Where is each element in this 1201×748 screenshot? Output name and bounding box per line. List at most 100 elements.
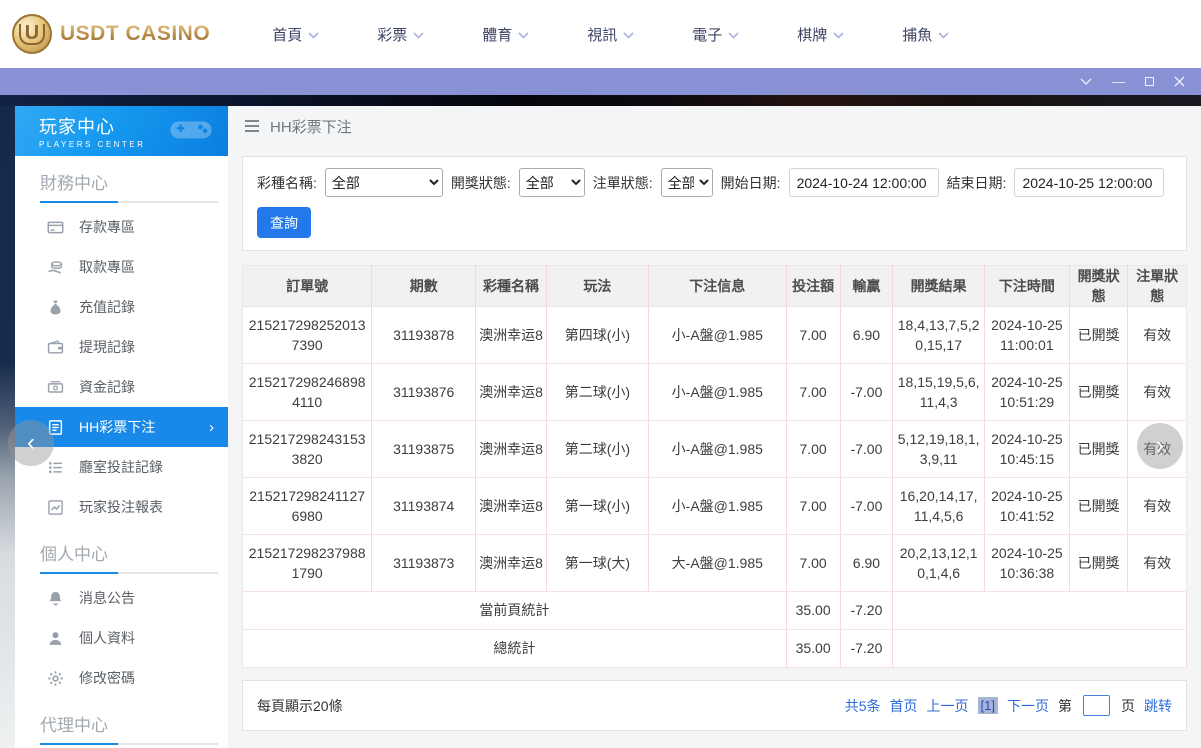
cell-lottery: 澳洲幸运8 [475, 477, 547, 535]
lottery-select[interactable]: 全部 [324, 168, 443, 197]
table-row: 2152172982520137390 31193878 澳洲幸运8 第四球(小) 小-… [242, 306, 1187, 364]
cell-order_status: 有效 [1127, 363, 1187, 421]
sidebar-item-label: 修改密碼 [79, 670, 135, 686]
cell-period: 31193874 [371, 477, 477, 535]
draw-status-select[interactable]: 全部 [518, 168, 585, 197]
nav-item-5[interactable]: 電子 [692, 24, 739, 45]
cell-play: 第一球(大) [546, 534, 649, 592]
nav-item-6[interactable]: 棋牌 [797, 24, 844, 45]
cell-win_loss: -7.00 [840, 477, 894, 535]
nav-item-label: 視訊 [587, 26, 618, 44]
column-header: 注單狀態 [1127, 265, 1187, 307]
sidebar-item-label: HH彩票下注 [79, 419, 156, 435]
cell-bet_info: 大-A盤@1.985 [648, 534, 787, 592]
logo-text: USDT CASINO [60, 22, 211, 45]
start-date-input[interactable] [788, 168, 939, 197]
nav-item-label: 首頁 [272, 26, 303, 44]
cell-win_loss: 6.90 [840, 306, 894, 364]
hand-money-icon [47, 259, 64, 276]
cell-bet_amount: 7.00 [786, 363, 841, 421]
cell-bet_time: 2024-10-25 10:51:29 [984, 363, 1070, 421]
pagination-controls: 共5条 首页 上一页 [1] 下一页 第 页 跳转 [845, 695, 1172, 716]
cell-draw_result: 16,20,14,17,11,4,5,6 [892, 477, 985, 535]
cell-bet_info: 小-A盤@1.985 [648, 306, 787, 364]
cell-play: 第二球(小) [546, 363, 649, 421]
collapse-left-button[interactable]: ‹ [8, 420, 54, 466]
column-header: 下注時間 [984, 265, 1070, 307]
logo[interactable]: U USDT CASINO [0, 14, 210, 54]
nav-item-1[interactable]: 首頁 [272, 24, 319, 45]
sidebar-item-個人資料[interactable]: 個人資料 [15, 618, 228, 658]
chevron-down-icon [518, 26, 529, 43]
next-page-link[interactable]: 下一页 [1007, 696, 1049, 716]
sidebar-item-label: 提現記錄 [79, 339, 135, 355]
sidebar-item-玩家投注報表[interactable]: 玩家投注報表 [15, 487, 228, 527]
cell-win_loss: -7.00 [840, 420, 894, 478]
sidebar-item-資金記錄[interactable]: 資金記錄 [15, 367, 228, 407]
jump-suffix-label: 页 [1121, 697, 1135, 714]
cell-draw_status: 已開獎 [1069, 363, 1129, 421]
sidebar-item-label: 個人資料 [79, 630, 135, 646]
chevron-down-icon [938, 26, 949, 43]
sidebar-item-label: 存款專區 [79, 219, 135, 235]
cell-play: 第二球(小) [546, 420, 649, 478]
cell-draw_status: 已開獎 [1069, 420, 1129, 478]
first-page-link[interactable]: 首页 [890, 696, 918, 716]
nav-item-4[interactable]: 視訊 [587, 24, 634, 45]
cell-draw_status: 已開獎 [1069, 477, 1129, 535]
column-header: 開獎狀態 [1069, 265, 1129, 307]
column-header: 訂單號 [242, 265, 373, 307]
list-icon [47, 459, 64, 476]
collapse-chevron-icon[interactable] [1080, 78, 1092, 85]
nav-item-7[interactable]: 捕魚 [902, 24, 949, 45]
jump-link[interactable]: 跳转 [1144, 696, 1172, 716]
sidebar-item-label: 充值記錄 [79, 299, 135, 315]
user-icon [47, 630, 64, 647]
logo-coin-icon: U [12, 14, 52, 54]
maximize-icon[interactable] [1145, 77, 1154, 86]
section-divider [40, 201, 218, 203]
column-header: 期數 [371, 265, 477, 307]
cell-bet_time: 2024-10-25 10:45:15 [984, 420, 1070, 478]
cell-order_no: 2152172982411276980 [242, 477, 373, 535]
page-jump-input[interactable] [1083, 695, 1110, 716]
nav-item-2[interactable]: 彩票 [377, 24, 424, 45]
sidebar-item-取款專區[interactable]: 取款專區 [15, 247, 228, 287]
prev-page-link[interactable]: 上一页 [927, 696, 969, 716]
table-row: 2152172982468984110 31193876 澳洲幸运8 第二球(小) 小-… [242, 363, 1187, 421]
sidebar-item-修改密碼[interactable]: 修改密碼 [15, 658, 228, 698]
order-status-select[interactable]: 全部 [660, 168, 713, 197]
sidebar-item-消息公告[interactable]: 消息公告 [15, 578, 228, 618]
main-content: HH彩票下注 彩種名稱: 全部 開獎狀態: 全部 注單狀態: 全部 開始日期: … [228, 106, 1201, 748]
hamburger-icon[interactable] [244, 120, 260, 132]
end-date-input[interactable] [1014, 168, 1165, 197]
card-icon [47, 219, 64, 236]
nav-item-3[interactable]: 體育 [482, 24, 529, 45]
nav-item-label: 電子 [692, 26, 723, 44]
close-icon[interactable] [1174, 76, 1185, 87]
cell-bet_time: 2024-10-25 11:00:01 [984, 306, 1070, 364]
cell-order_status: 有效 [1127, 477, 1187, 535]
summary-row: 總統計 35.00 -7.20 [242, 629, 1187, 668]
table-header-row: 訂單號 期數 彩種名稱 玩法 下注信息 投注額 輸贏 開獎結果 下注時間 開獎狀態 注單狀態 [242, 265, 1187, 307]
cell-bet_amount: 7.00 [786, 306, 841, 364]
app-body: 玩家中心 PLAYERS CENTER 財務中心 存款專區 取款專區 充值記錄 提現記錄… [0, 106, 1201, 748]
query-button[interactable]: 查詢 [257, 207, 311, 238]
sidebar-item-充值記錄[interactable]: 充值記錄 [15, 287, 228, 327]
sidebar-item-label: 消息公告 [79, 590, 135, 606]
column-header: 下注信息 [648, 265, 787, 307]
sidebar-item-提現記錄[interactable]: 提現記錄 [15, 327, 228, 367]
page-size-text: 每頁顯示20條 [257, 697, 343, 714]
nav-item-label: 棋牌 [797, 26, 828, 44]
expand-right-button[interactable]: › [1137, 423, 1183, 469]
banknote-icon [47, 379, 64, 396]
sidebar-item-存款專區[interactable]: 存款專區 [15, 207, 228, 247]
summary-empty [892, 591, 1187, 630]
cell-bet_info: 小-A盤@1.985 [648, 420, 787, 478]
minimize-icon[interactable]: — [1112, 75, 1125, 88]
bell-icon [47, 590, 64, 607]
wallet-icon [47, 339, 64, 356]
window-titlebar: — [0, 68, 1201, 95]
table-row: 2152172982379881790 31193873 澳洲幸运8 第一球(大) 大-… [242, 534, 1187, 592]
table-row: 2152172982431533820 31193875 澳洲幸运8 第二球(小) 小-… [242, 420, 1187, 478]
